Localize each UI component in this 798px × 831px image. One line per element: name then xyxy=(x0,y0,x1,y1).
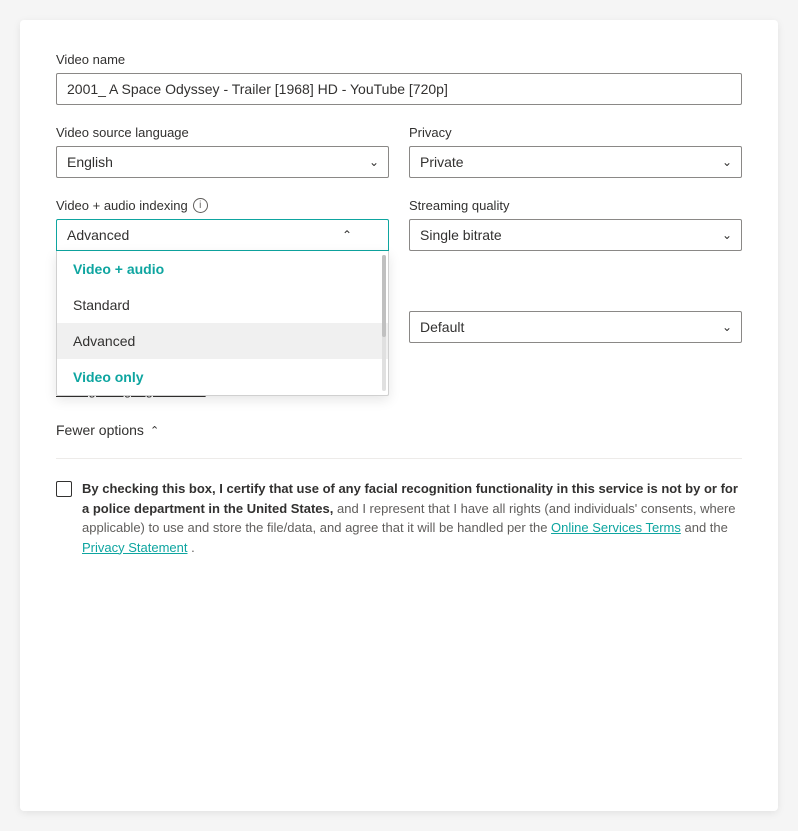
privacy-label: Privacy xyxy=(409,125,742,140)
source-language-select[interactable]: English Spanish French German xyxy=(56,146,389,178)
source-privacy-row: Video source language English Spanish Fr… xyxy=(56,125,742,198)
streaming-quality-group: Streaming quality Single bitrate Adaptiv… xyxy=(409,198,742,251)
streaming-quality-label: Streaming quality xyxy=(409,198,742,213)
online-services-link[interactable]: Online Services Terms xyxy=(551,520,681,535)
video-name-label: Video name xyxy=(56,52,742,67)
streaming-section: Streaming quality Single bitrate Adaptiv… xyxy=(409,198,742,363)
source-language-label: Video source language xyxy=(56,125,389,140)
dropdown-item-standard[interactable]: Standard xyxy=(57,287,388,323)
source-language-select-wrapper: English Spanish French German ⌄ xyxy=(56,146,389,178)
certification-checkbox[interactable] xyxy=(56,481,72,497)
indexing-selected-value: Advanced xyxy=(67,227,129,243)
privacy-select[interactable]: Private Public Unlisted xyxy=(409,146,742,178)
streaming-quality-select-wrapper: Single bitrate Adaptive bitrate ⌄ xyxy=(409,219,742,251)
certification-text: By checking this box, I certify that use… xyxy=(82,479,742,557)
indexing-dropdown-menu: Video + audio Standard Advanced Video on… xyxy=(56,251,389,396)
main-card: Video name Video source language English… xyxy=(20,20,778,811)
indexing-info-icon[interactable]: i xyxy=(193,198,208,213)
privacy-group: Privacy Private Public Unlisted ⌄ xyxy=(409,125,742,178)
certification-checkbox-row: By checking this box, I certify that use… xyxy=(56,479,742,557)
default-group: Default Custom ⌄ xyxy=(409,311,742,343)
default-select-wrapper: Default Custom ⌄ xyxy=(409,311,742,343)
dropdown-item-advanced[interactable]: Advanced xyxy=(57,323,388,359)
video-name-group: Video name xyxy=(56,52,742,105)
fewer-options-label: Fewer options xyxy=(56,422,144,438)
fewer-options-toggle[interactable]: Fewer options ⌃ xyxy=(56,422,742,438)
dropdown-item-video-only[interactable]: Video only xyxy=(57,359,388,395)
default-select[interactable]: Default Custom xyxy=(409,311,742,343)
dropdown-item-video-audio[interactable]: Video + audio xyxy=(57,251,388,287)
indexing-label: Video + audio indexing i xyxy=(56,198,389,213)
indexing-group: Video + audio indexing i Advanced ⌃ Vide… xyxy=(56,198,389,343)
section-divider xyxy=(56,458,742,459)
indexing-dropdown-trigger[interactable]: Advanced ⌃ xyxy=(56,219,389,251)
and-text: and the xyxy=(684,520,727,535)
privacy-select-wrapper: Private Public Unlisted ⌄ xyxy=(409,146,742,178)
fewer-options-chevron-icon: ⌃ xyxy=(150,424,159,437)
indexing-streaming-row: Video + audio indexing i Advanced ⌃ Vide… xyxy=(56,198,742,363)
indexing-chevron-up-icon: ⌃ xyxy=(342,228,352,242)
streaming-quality-select[interactable]: Single bitrate Adaptive bitrate xyxy=(409,219,742,251)
dropdown-scrollbar-track xyxy=(382,255,386,391)
video-name-input[interactable] xyxy=(56,73,742,105)
indexing-dropdown-wrapper: Advanced ⌃ Video + audio Standard Advanc… xyxy=(56,219,389,251)
period-text: . xyxy=(191,540,195,555)
privacy-statement-link[interactable]: Privacy Statement xyxy=(82,540,188,555)
source-language-group: Video source language English Spanish Fr… xyxy=(56,125,389,178)
dropdown-scrollbar-thumb xyxy=(382,255,386,337)
